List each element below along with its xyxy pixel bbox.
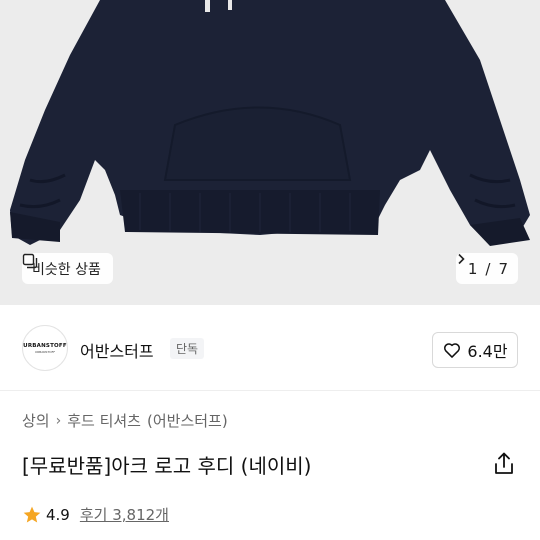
- star-icon: [23, 506, 41, 522]
- rating-row: 4.9 후기 3,812개: [22, 504, 169, 525]
- similar-products-button[interactable]: 비슷한 상품: [22, 253, 113, 284]
- brand-name[interactable]: 어반스터프: [80, 338, 154, 362]
- similar-products-label: 비슷한 상품: [32, 261, 101, 278]
- product-title: [무료반품]아크 로고 후디 (네이비): [22, 454, 312, 478]
- like-count: 6.4만: [467, 342, 508, 361]
- breadcrumb-item-top[interactable]: 상의: [22, 410, 50, 431]
- reviews-link[interactable]: 후기 3,812개: [80, 504, 169, 525]
- image-counter-current: 1: [467, 259, 478, 278]
- image-counter[interactable]: 1 / 7: [455, 253, 518, 284]
- chevron-right-icon: [458, 253, 465, 265]
- copy-icon: [22, 253, 38, 269]
- image-counter-total: 7: [498, 259, 508, 278]
- image-counter-separator: /: [485, 259, 491, 278]
- brand-logo-text: URBANSTOFF: [23, 342, 67, 349]
- brand-logo[interactable]: URBANSTOFF URBANSTOFF: [22, 325, 68, 371]
- breadcrumb-item-brand[interactable]: (어반스터프): [147, 410, 228, 431]
- breadcrumb: 상의 › 후드 티셔츠 (어반스터프): [22, 410, 228, 431]
- chevron-right-icon: ›: [55, 412, 62, 429]
- brand-row: URBANSTOFF URBANSTOFF 어반스터프 단독 6.4만: [0, 305, 540, 391]
- product-image-gallery[interactable]: 비슷한 상품 1 / 7: [0, 0, 540, 305]
- brand-logo-subtext: URBANSTOFF: [34, 349, 56, 354]
- breadcrumb-item-hoodie[interactable]: 후드 티셔츠: [67, 410, 141, 431]
- rating-score: 4.9: [46, 505, 70, 524]
- share-icon[interactable]: [492, 451, 516, 477]
- heart-icon: [444, 343, 461, 358]
- like-button[interactable]: 6.4만: [432, 332, 518, 368]
- exclusive-badge: 단독: [170, 338, 205, 359]
